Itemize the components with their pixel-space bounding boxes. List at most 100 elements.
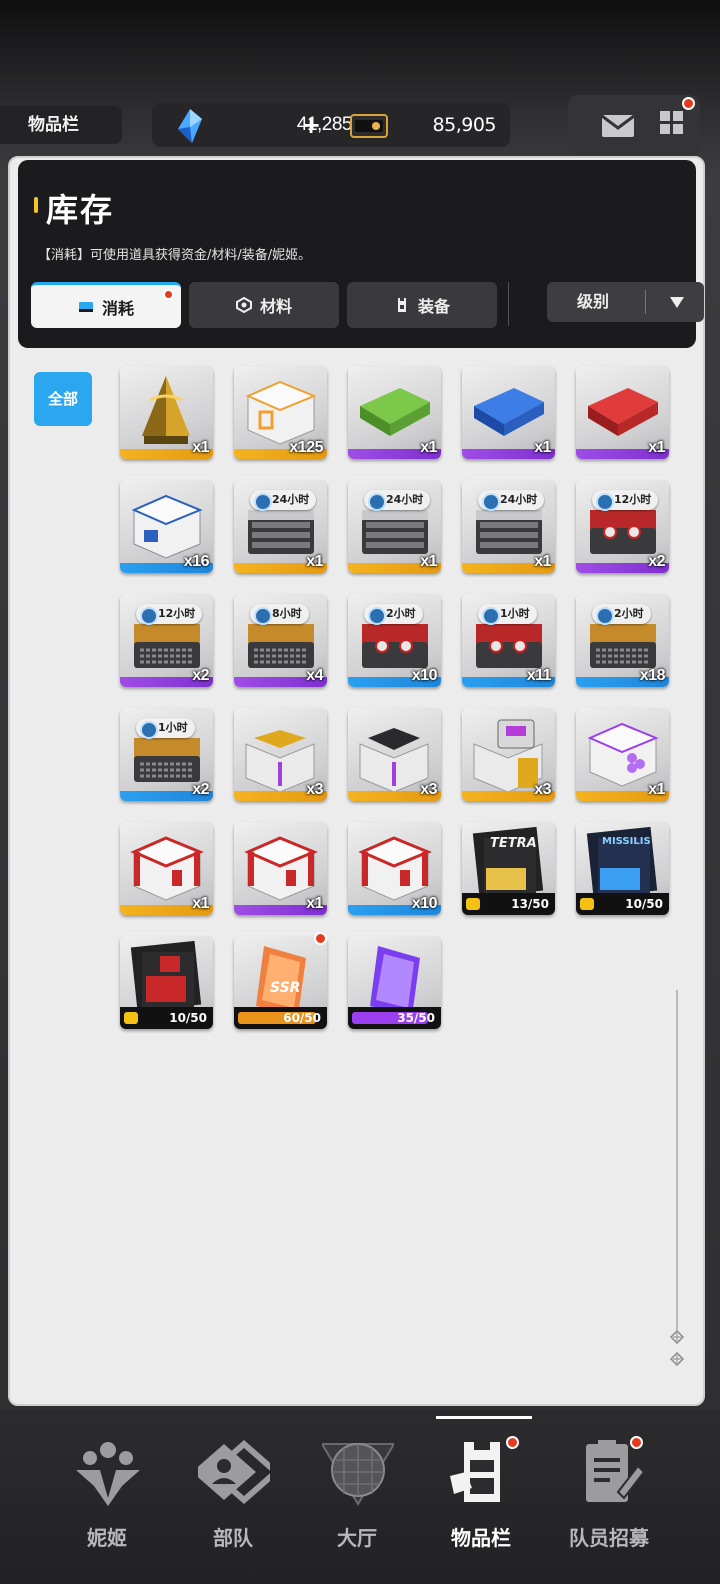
- timer-badge: 12小时: [592, 490, 659, 511]
- gem-icon: [178, 109, 202, 143]
- inventory-item-gold-pyramid[interactable]: x1: [120, 366, 213, 459]
- item-quantity: x1: [192, 895, 209, 912]
- gem-count: 41,285: [296, 114, 353, 135]
- sort-label: 级别: [577, 292, 610, 311]
- mail-icon[interactable]: [596, 111, 642, 141]
- nav-nikke[interactable]: 妮姬: [42, 1426, 172, 1566]
- squad-icon: [198, 1440, 270, 1504]
- item-quantity: x10: [411, 667, 438, 684]
- inventory-item-orb-case[interactable]: 2小时 x10: [348, 594, 441, 687]
- inventory-item-red-case[interactable]: x1: [576, 366, 669, 459]
- item-quantity: x10: [411, 895, 438, 912]
- fragment-count: 13/50: [511, 897, 549, 911]
- inventory-item-open-crate-black[interactable]: x3: [348, 708, 441, 801]
- item-quantity: x2: [648, 553, 665, 570]
- consumable-icon: [78, 301, 93, 312]
- nav-lobby[interactable]: 大厅: [292, 1426, 422, 1566]
- notification-dot: [163, 289, 174, 300]
- currency-bar: 41,285 + 85,905: [152, 103, 510, 147]
- inventory-panel: 库存 【消耗】可使用道具获得资金/材料/装备/妮姬。 消耗 材料 装备 级别 全…: [8, 156, 705, 1406]
- scroll-marker-icon: [670, 1330, 684, 1344]
- inventory-item-rack-case[interactable]: 24小时 x1: [348, 480, 441, 573]
- tab-materials[interactable]: 材料: [189, 282, 339, 328]
- item-quantity: x11: [526, 667, 552, 684]
- timer-badge: 1小时: [136, 718, 195, 739]
- item-quantity: x2: [192, 667, 209, 684]
- timer-badge: 2小时: [364, 604, 423, 625]
- nav-label: 部队: [213, 1526, 253, 1550]
- tab-equipment[interactable]: 装备: [347, 282, 497, 328]
- item-quantity: x16: [183, 553, 210, 570]
- timer-badge: 2小时: [592, 604, 651, 625]
- inventory-item-rack-case[interactable]: 24小时 x1: [234, 480, 327, 573]
- credit-count: 85,905: [432, 114, 497, 136]
- screen-title: 物品栏: [0, 106, 122, 144]
- inventory-item-credit-case[interactable]: 2小时 x18: [576, 594, 669, 687]
- lobby-icon: [322, 1443, 394, 1506]
- fragment-fill: [124, 1012, 138, 1024]
- nikke-icon: [76, 1442, 140, 1506]
- nav-label: 队员招募: [569, 1526, 649, 1550]
- notification-dot: [314, 932, 327, 945]
- fragment-progress: 35/50: [348, 1007, 441, 1029]
- fragment-progress: 10/50: [120, 1007, 213, 1029]
- item-quantity: x18: [639, 667, 666, 684]
- inventory-item-open-crate-gold[interactable]: x3: [234, 708, 327, 801]
- nav-recruit[interactable]: 队员招募: [544, 1426, 674, 1566]
- inventory-item-red-box[interactable]: x1: [120, 822, 213, 915]
- item-quantity: x1: [420, 439, 437, 456]
- inventory-item-manual-red[interactable]: 10/50: [120, 936, 213, 1029]
- menu-grid-icon[interactable]: [654, 107, 688, 141]
- inventory-item-open-crate-tech[interactable]: x3: [462, 708, 555, 801]
- inventory-item-manual-tetra[interactable]: TETRA 13/50: [462, 822, 555, 915]
- fragment-fill: [466, 898, 480, 910]
- inventory-item-purple-shard[interactable]: 35/50: [348, 936, 441, 1029]
- inventory-item-credit-case[interactable]: 1小时 x2: [120, 708, 213, 801]
- fragment-count: 35/50: [397, 1011, 435, 1025]
- tab-label: 装备: [417, 297, 450, 316]
- inventory-item-white-box-purple[interactable]: x1: [576, 708, 669, 801]
- notification-dot: [682, 97, 695, 110]
- inventory-item-orb-case[interactable]: 1小时 x11: [462, 594, 555, 687]
- nav-label: 物品栏: [451, 1526, 511, 1550]
- scrollbar[interactable]: [676, 990, 678, 1330]
- top-right-buttons: [568, 95, 700, 155]
- page-description: 【消耗】可使用道具获得资金/材料/装备/妮姬。: [38, 248, 312, 263]
- inventory-item-ssr-shard[interactable]: SSR 60/50: [234, 936, 327, 1029]
- inventory-item-manual-missilis[interactable]: MISSILIS 10/50: [576, 822, 669, 915]
- inventory-item-rack-case[interactable]: 24小时 x1: [462, 480, 555, 573]
- item-quantity: x1: [306, 895, 323, 912]
- fragment-count: 60/50: [283, 1011, 321, 1025]
- nav-inventory[interactable]: 物品栏: [416, 1426, 546, 1566]
- tab-label: 消耗: [101, 298, 134, 318]
- item-quantity: x2: [192, 781, 209, 798]
- item-quantity: x3: [420, 781, 437, 798]
- add-gems-button[interactable]: +: [300, 113, 322, 137]
- tab-divider: [508, 282, 509, 326]
- inventory-item-credit-case[interactable]: 8小时 x4: [234, 594, 327, 687]
- fragment-fill: [580, 898, 594, 910]
- fragment-count: 10/50: [625, 897, 663, 911]
- timer-badge: 1小时: [478, 604, 537, 625]
- notification-dot: [630, 1436, 643, 1449]
- nav-squad[interactable]: 部队: [168, 1426, 298, 1566]
- dropdown-arrow-icon: [670, 297, 684, 308]
- sort-dropdown[interactable]: 级别: [547, 282, 704, 322]
- filter-all-button[interactable]: 全部: [34, 372, 92, 426]
- inventory-item-red-box[interactable]: x1: [234, 822, 327, 915]
- item-quantity: x1: [306, 553, 323, 570]
- tab-consumables[interactable]: 消耗: [31, 282, 181, 328]
- inventory-item-credit-case[interactable]: 12小时 x2: [120, 594, 213, 687]
- item-quantity: x1: [534, 553, 551, 570]
- inventory-item-orb-case[interactable]: 12小时 x2: [576, 480, 669, 573]
- item-quantity: x125: [289, 439, 323, 456]
- inventory-item-white-box-blue[interactable]: x16: [120, 480, 213, 573]
- timer-badge: 24小时: [364, 490, 431, 511]
- manual-brand: TETRA: [490, 836, 537, 851]
- inventory-item-green-case[interactable]: x1: [348, 366, 441, 459]
- inventory-item-blue-case[interactable]: x1: [462, 366, 555, 459]
- inventory-item-white-box-orange[interactable]: x125: [234, 366, 327, 459]
- timer-badge: 8小时: [250, 604, 309, 625]
- sort-separator: [645, 290, 646, 314]
- inventory-item-red-box[interactable]: x10: [348, 822, 441, 915]
